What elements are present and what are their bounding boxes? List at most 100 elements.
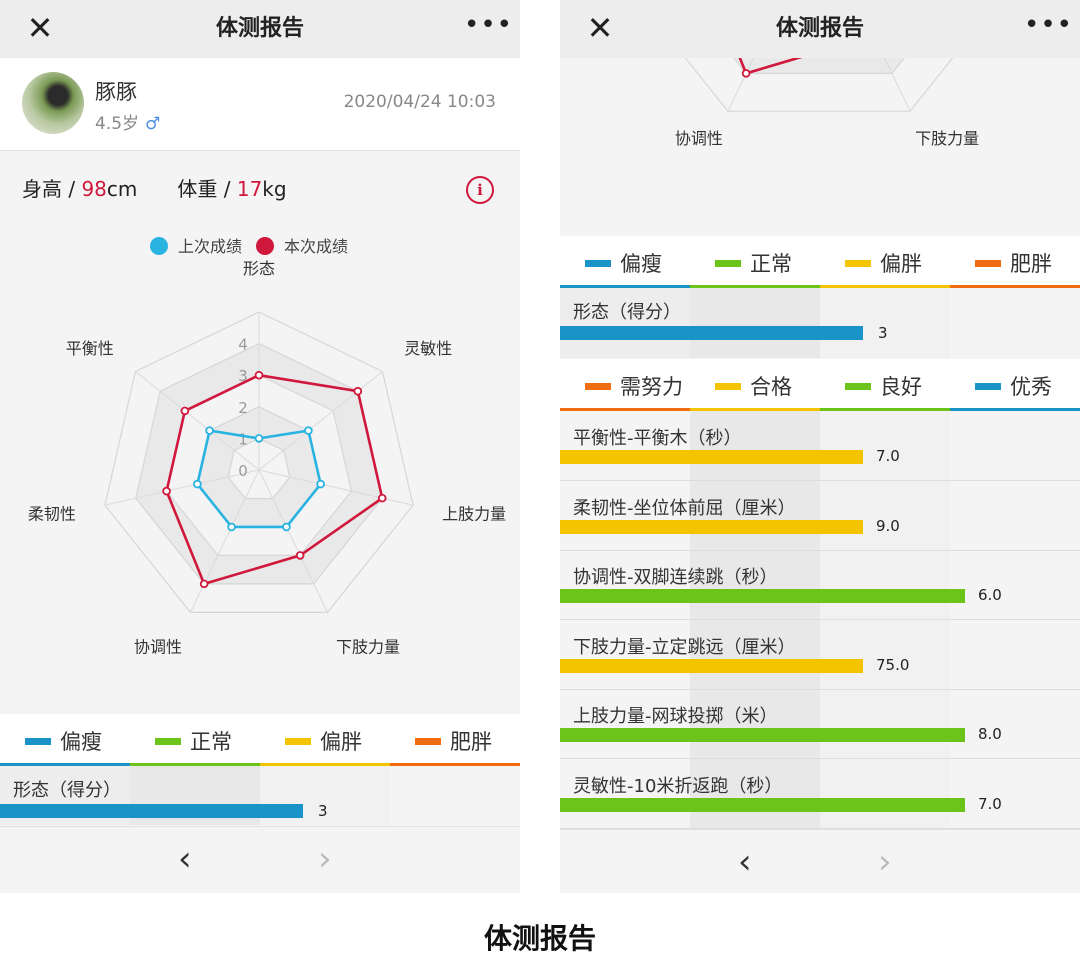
legend-item-3: 优秀 bbox=[950, 359, 1080, 411]
test-item-bar bbox=[560, 658, 863, 673]
test-item-label: 柔韧性-坐位体前屈（厘米） bbox=[573, 497, 796, 519]
previous-legend-dot bbox=[150, 237, 168, 255]
radar-axis-label: 上肢力量 bbox=[442, 505, 506, 524]
test-item-label: 平衡性-平衡木（秒） bbox=[573, 428, 742, 449]
legend-label: 正常 bbox=[750, 252, 792, 276]
profile-card: 豚豚 4.5岁 ♂ 2020/04/24 10:03 bbox=[0, 58, 520, 151]
nav-bar: ✕ 体测报告 ••• bbox=[0, 0, 520, 58]
test-item-label: 下肢力量-立定跳远（厘米） bbox=[573, 636, 796, 658]
legend-item-2: 良好 bbox=[820, 359, 950, 411]
test-item-bar bbox=[560, 519, 863, 534]
test-datetime: 2020/04/24 10:03 bbox=[343, 92, 496, 112]
test-item-value: 6.0 bbox=[978, 586, 1002, 604]
legend-label: 优秀 bbox=[1010, 375, 1052, 399]
radar-tick-label: 2 bbox=[238, 399, 248, 417]
radar-axis-label: 协调性 bbox=[134, 638, 182, 657]
radar-point bbox=[227, 522, 236, 532]
child-age: 4.5岁 ♂ bbox=[95, 109, 160, 134]
test-item-label: 灵敏性-10米折返跑（秒） bbox=[573, 775, 783, 797]
radar-tick-label: 0 bbox=[238, 462, 248, 480]
radar-chart: 01234形态灵敏性上肢力量下肢力量协调性柔韧性平衡性 bbox=[28, 260, 506, 657]
page-title: 体测报告 bbox=[215, 16, 304, 41]
radar-axis-label: 平衡性 bbox=[66, 339, 114, 358]
radar-point bbox=[353, 386, 363, 396]
current-legend-label: 本次成绩 bbox=[284, 237, 349, 256]
height-value: 98 bbox=[81, 177, 107, 201]
legend-label: 肥胖 bbox=[450, 730, 492, 754]
radar-axis-label: 形态 bbox=[243, 260, 275, 278]
legend-item-0: 偏瘦 bbox=[0, 714, 130, 766]
legend-label: 合格 bbox=[750, 375, 792, 399]
legend-item-1: 正常 bbox=[690, 236, 820, 288]
test-item-bar bbox=[560, 797, 965, 812]
legend-label: 偏瘦 bbox=[60, 730, 102, 754]
pager: ‹ › bbox=[0, 826, 520, 893]
avatar bbox=[22, 72, 84, 134]
chevron-right-icon[interactable]: › bbox=[878, 842, 892, 882]
chevron-left-icon[interactable]: ‹ bbox=[738, 842, 752, 882]
info-icon[interactable]: i bbox=[466, 176, 494, 204]
radar-axis-label: 下肢力量 bbox=[336, 638, 400, 657]
legend-label: 需努力 bbox=[620, 375, 683, 399]
legend-label: 肥胖 bbox=[1010, 252, 1052, 276]
morphology-section: 形态（得分） 3 bbox=[560, 288, 1080, 358]
legend-item-0: 需努力 bbox=[560, 359, 690, 411]
legend-swatch bbox=[25, 738, 51, 745]
radar-point bbox=[282, 522, 291, 532]
body-type-legend: 偏瘦 正常 偏胖 肥胖 bbox=[0, 714, 520, 766]
radar-axis-label: 柔韧性 bbox=[28, 505, 76, 524]
radar-axis-label: 灵敏性 bbox=[404, 339, 452, 358]
radar-point bbox=[304, 426, 313, 435]
legend-item-2: 偏胖 bbox=[260, 714, 390, 766]
legend-item-3: 肥胖 bbox=[390, 714, 520, 766]
legend-item-3: 肥胖 bbox=[950, 236, 1080, 288]
legend-swatch bbox=[285, 738, 311, 745]
test-item-row: 上肢力量-网球投掷（米） 8.0 bbox=[560, 689, 1080, 759]
legend-swatch bbox=[975, 383, 1001, 390]
radar-point bbox=[316, 479, 325, 489]
radar-tick-label: 1 bbox=[238, 430, 248, 448]
legend-swatch bbox=[975, 260, 1001, 267]
test-item-bar bbox=[560, 589, 965, 603]
chevron-left-icon[interactable]: ‹ bbox=[178, 839, 192, 879]
legend-item-0: 偏瘦 bbox=[560, 236, 690, 288]
legend-item-1: 正常 bbox=[130, 714, 260, 766]
radar-point bbox=[180, 406, 190, 416]
legend-label: 偏瘦 bbox=[620, 252, 662, 276]
more-icon[interactable]: ••• bbox=[1024, 10, 1072, 46]
test-item-value: 8.0 bbox=[978, 725, 1002, 743]
radar-point bbox=[193, 479, 202, 489]
left-screen: ✕ 体测报告 ••• 豚豚 4.5岁 ♂ 2020/04/24 10:03 身高 … bbox=[0, 0, 520, 893]
radar-point bbox=[254, 370, 264, 380]
more-icon[interactable]: ••• bbox=[464, 10, 512, 46]
legend-swatch bbox=[845, 383, 871, 390]
morphology-value: 3 bbox=[318, 802, 328, 820]
child-name: 豚豚 bbox=[95, 80, 137, 104]
radar-axis-label: 协调性 bbox=[675, 129, 723, 148]
chevron-right-icon[interactable]: › bbox=[318, 839, 332, 879]
radar-point bbox=[741, 69, 751, 78]
test-item-row: 平衡性-平衡木（秒） 7.0 bbox=[560, 411, 1080, 481]
legend-swatch bbox=[585, 383, 611, 390]
figure-caption: 体测报告 bbox=[483, 922, 596, 955]
test-item-bar bbox=[560, 450, 863, 464]
body-type-legend: 偏瘦 正常 偏胖 肥胖 bbox=[560, 236, 1080, 288]
radar-point bbox=[295, 551, 305, 560]
legend-label: 正常 bbox=[190, 730, 232, 754]
test-item-value: 7.0 bbox=[876, 447, 900, 465]
morphology-label: 形态（得分） bbox=[573, 302, 681, 323]
morphology-bar bbox=[0, 804, 303, 818]
radar-tick-label: 4 bbox=[238, 336, 248, 354]
morphology-label: 形态（得分） bbox=[13, 780, 121, 801]
morphology-value: 3 bbox=[878, 324, 888, 342]
radar-point bbox=[162, 486, 171, 496]
radar-point bbox=[254, 434, 264, 443]
legend-swatch bbox=[715, 383, 741, 390]
test-item-row: 柔韧性-坐位体前屈（厘米） 9.0 bbox=[560, 481, 1080, 551]
legend-item-1: 合格 bbox=[690, 359, 820, 411]
weight-label: 体重 / bbox=[177, 177, 237, 201]
nav-bar: ✕ 体测报告 ••• bbox=[560, 0, 1080, 58]
previous-legend-label: 上次成绩 bbox=[178, 237, 243, 256]
radar-point bbox=[377, 493, 387, 503]
legend-label: 良好 bbox=[880, 375, 922, 399]
